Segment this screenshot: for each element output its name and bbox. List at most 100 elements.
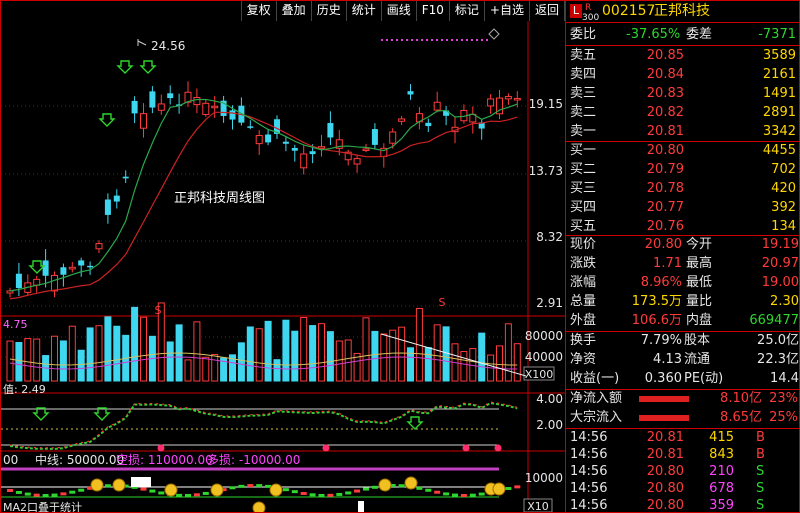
stock-code: 002157	[602, 3, 656, 19]
mark-button[interactable]: 标记	[450, 1, 485, 21]
volume-axis-label: 80000	[525, 329, 563, 343]
quote-sidebar: L R 300 002157 正邦科技 委比 -37.65% 委差 -7371 卖五 20.85 35…	[566, 0, 800, 513]
volume-bar	[193, 321, 201, 382]
candle	[255, 135, 263, 145]
stat-value: 19.19	[761, 237, 799, 252]
candle	[167, 93, 174, 99]
bottom-bar	[416, 486, 423, 490]
indicator-axis-label: 4.00	[536, 392, 563, 406]
volume-bar	[300, 316, 308, 382]
bottom-bar	[327, 493, 334, 497]
candle	[247, 126, 254, 128]
f10-button[interactable]: F10	[417, 1, 450, 21]
volume-bar	[264, 320, 272, 382]
buy-arrow-icon	[28, 260, 46, 274]
ask-volume: 2891	[762, 105, 796, 120]
bid-price: 20.78	[646, 181, 684, 196]
weibi-label: 委比	[570, 27, 597, 42]
volume-unit-label: X100	[525, 368, 554, 381]
down-arrow-icon	[406, 416, 424, 430]
tick-volume: 210	[709, 464, 734, 479]
stat-value: 14.4	[770, 371, 799, 386]
bottom-bar	[42, 493, 49, 497]
candle	[149, 91, 156, 108]
candle	[131, 100, 138, 114]
tick-time: 14:56	[570, 498, 608, 513]
tick-side: B	[756, 447, 765, 462]
flow-pct: 23%	[769, 391, 798, 406]
candle	[309, 151, 316, 155]
bid-level-label: 买五	[570, 219, 597, 234]
indicator-dot	[157, 444, 165, 452]
candle	[6, 290, 14, 294]
toolbar: 复权 叠加 历史 统计 画线 F10 标记 +自选 返回	[240, 1, 565, 21]
volume-bar	[24, 338, 32, 382]
bottom-bar	[33, 493, 40, 497]
ask-level-label: 卖四	[570, 67, 597, 82]
back-button[interactable]: 返回	[530, 1, 565, 21]
add-watchlist-button[interactable]: +自选	[485, 1, 530, 21]
candle	[122, 176, 129, 179]
chart-pane[interactable]: 19.15 13.73 8.32 2.91 80000 40000 X100 4.00 2.00…	[0, 0, 566, 513]
bottom-bar	[336, 492, 343, 496]
stat-value: 19.00	[761, 275, 799, 290]
bottom-bar	[51, 493, 58, 497]
bottom-bar	[140, 487, 147, 491]
high-price-label: 24.56	[151, 39, 185, 53]
smiley-icon	[492, 482, 506, 496]
stat-value: 25.0亿	[757, 333, 799, 348]
high-marker-icon	[137, 39, 147, 46]
restore-rights-button[interactable]: 复权	[242, 1, 277, 21]
market-code-label: 300	[582, 13, 600, 23]
ask-price: 20.81	[646, 124, 684, 139]
bottom-caption: MA2口叠于统计	[3, 501, 82, 513]
volume-bar	[95, 325, 103, 382]
smiley-icon	[112, 478, 126, 492]
candle	[353, 158, 361, 165]
draw-line-button[interactable]: 画线	[382, 1, 417, 21]
candle	[113, 195, 120, 202]
smiley-icon	[210, 483, 224, 497]
stat-value: 20.80	[644, 237, 682, 252]
bid-volume: 702	[771, 162, 796, 177]
bottom-bar	[247, 484, 254, 488]
indicator-dot	[322, 444, 330, 452]
bottom-bar	[300, 491, 307, 495]
stat-label: 现价	[570, 237, 597, 252]
volume-bar	[478, 332, 486, 382]
candle	[487, 98, 495, 107]
bottom-bar	[15, 490, 22, 494]
statistics-button[interactable]: 统计	[347, 1, 382, 21]
volume-bar	[77, 349, 85, 382]
indicator-axis-label: 2.00	[536, 418, 563, 432]
indicator-line	[9, 402, 518, 450]
tick-time: 14:56	[570, 430, 608, 445]
overlay-button[interactable]: 叠加	[277, 1, 312, 21]
volume-bar	[140, 316, 147, 382]
bottom-bar	[158, 491, 165, 495]
bid-price: 20.76	[646, 219, 684, 234]
volume-ma-line	[9, 352, 518, 366]
bottom-bar	[149, 489, 156, 493]
bottom-bar	[69, 490, 76, 494]
volume-bar	[211, 353, 219, 382]
volume-bar	[433, 324, 441, 382]
stat-label: 外盘	[570, 313, 597, 328]
chart-canvas[interactable]: 19.15 13.73 8.32 2.91 80000 40000 X100 4.00 2.00…	[1, 1, 566, 513]
volume-bar	[6, 340, 14, 382]
bottom-bar	[104, 484, 111, 488]
tick-time: 14:56	[570, 447, 608, 462]
candle	[425, 122, 432, 127]
volume-bar	[504, 323, 512, 382]
price-axis-label: 8.32	[536, 230, 563, 244]
tick-price: 20.80	[646, 481, 684, 496]
ask-level-label: 卖一	[570, 124, 597, 139]
ask-volume: 3342	[762, 124, 796, 139]
history-button[interactable]: 历史	[312, 1, 347, 21]
price-axis-label: 13.73	[529, 164, 563, 178]
flow-bar	[639, 396, 689, 402]
tick-volume: 843	[709, 447, 734, 462]
stat-value: 8.96%	[640, 275, 682, 290]
volume-bar	[326, 331, 334, 382]
volume-bar	[131, 306, 139, 382]
